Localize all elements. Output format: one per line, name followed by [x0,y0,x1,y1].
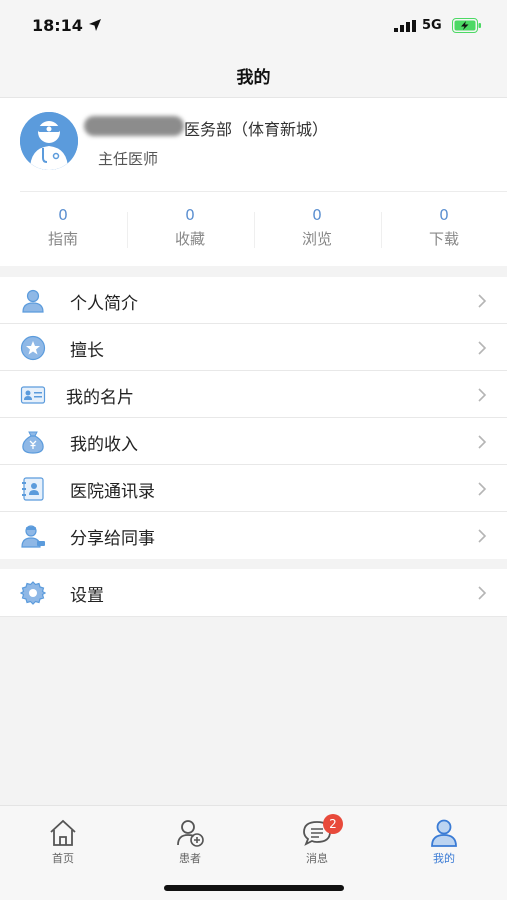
stat-value: 0 [58,206,68,224]
stat-label: 收藏 [174,230,205,248]
money-bag-icon [22,431,44,454]
menu-label: 我的名片 [66,388,134,408]
stat-label: 指南 [47,230,78,248]
add-patient-icon [177,820,204,847]
tab-label: 我的 [433,852,455,865]
menu-item-hospital-contacts[interactable]: 医院通讯录 [0,465,507,512]
doctor-share-icon [21,525,45,548]
id-card-icon [20,386,46,404]
tab-label: 患者 [179,852,201,865]
avatar[interactable] [20,112,78,170]
menu-item-income[interactable]: 我的收入 [0,418,507,465]
status-bar: 18:14 5G [0,0,507,52]
menu-label: 我的收入 [70,435,138,455]
menu-label: 设置 [70,586,104,606]
menu-list: 个人简介 擅长 我的名片 我的收入 医院通讯录 分享给同事 [0,277,507,559]
doctor-avatar-icon [20,112,78,170]
department-name: 医务部（体育新城） [184,120,329,139]
stat-value: 0 [185,206,195,224]
contacts-book-icon [22,477,44,501]
status-time: 18:14 [32,16,83,35]
redacted-name [84,116,184,136]
menu-label: 医院通讯录 [70,482,155,502]
stat-label: 浏览 [301,230,332,248]
chevron-right-icon [478,341,487,355]
gear-icon [20,581,46,605]
stat-label: 下载 [428,230,459,248]
profile-icon [431,819,457,847]
tab-label: 消息 [306,852,328,865]
stat-value: 0 [439,206,449,224]
nav-bar: 我的 [0,52,507,98]
chevron-right-icon [478,586,487,600]
battery-charging-icon [452,18,481,33]
menu-item-business-card[interactable]: 我的名片 [0,371,507,418]
unread-badge: 2 [323,814,343,834]
tab-messages[interactable]: 消息 2 [267,814,367,866]
tab-home[interactable]: 首页 [13,818,113,866]
stat-downloads[interactable]: 0 下载 [381,206,507,249]
signal-icon [394,20,416,32]
home-icon [50,819,76,846]
divider [20,191,507,192]
star-badge-icon [20,335,46,361]
tab-label: 首页 [52,852,74,865]
menu-item-expertise[interactable]: 擅长 [0,324,507,371]
chevron-right-icon [478,482,487,496]
doctor-title: 主任医师 [98,150,159,168]
network-type: 5G [422,18,442,33]
chevron-right-icon [478,529,487,543]
menu-item-settings[interactable]: 设置 [0,569,507,616]
tab-me[interactable]: 我的 [394,818,494,866]
location-arrow-icon [89,19,101,31]
stat-views[interactable]: 0 浏览 [254,206,380,249]
stat-favorites[interactable]: 0 收藏 [127,206,253,249]
person-icon [22,289,44,313]
menu-label: 擅长 [70,341,104,361]
page-title: 我的 [236,68,271,88]
menu-item-share-colleague[interactable]: 分享给同事 [0,512,507,559]
menu-label: 个人简介 [70,294,138,314]
stat-value: 0 [312,206,322,224]
chevron-right-icon [478,294,487,308]
tab-patients[interactable]: 患者 [140,818,240,866]
menu-label: 分享给同事 [70,529,155,549]
chevron-right-icon [478,388,487,402]
chevron-right-icon [478,435,487,449]
settings-group: 设置 [0,569,507,617]
menu-item-profile-intro[interactable]: 个人简介 [0,277,507,324]
stat-guides[interactable]: 0 指南 [0,206,126,249]
home-indicator [164,885,344,891]
